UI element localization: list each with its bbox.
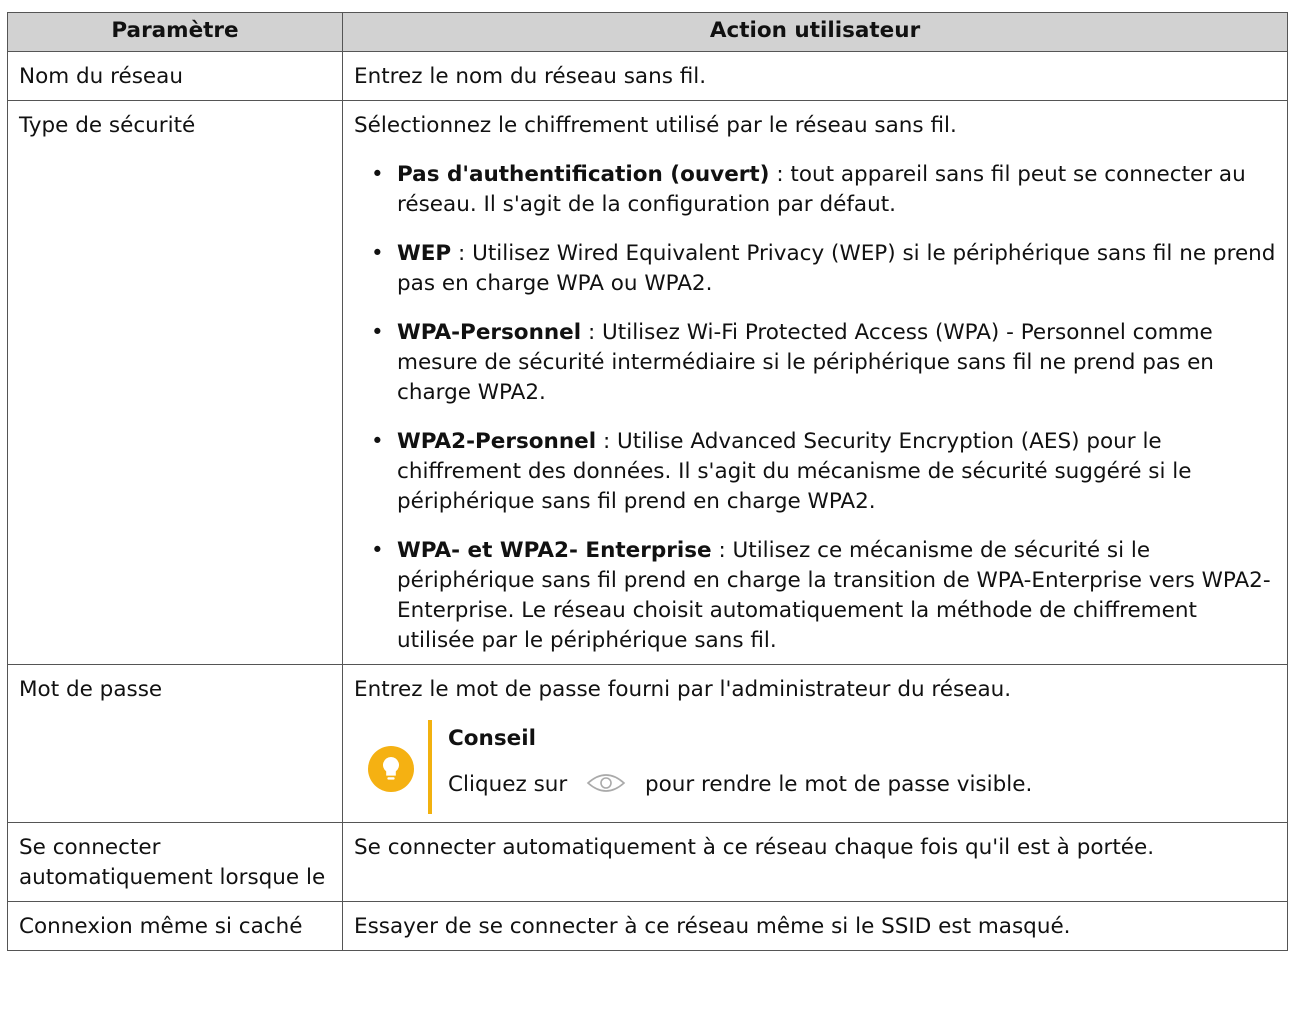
table-row: Connexion même si caché Essayer de se co… bbox=[7, 901, 1288, 951]
param-cell: Type de sécurité bbox=[7, 100, 343, 665]
param-cell: Nom du réseau bbox=[7, 51, 343, 101]
table-row: Nom du réseau Entrez le nom du réseau sa… bbox=[7, 51, 1288, 101]
action-cell: Se connecter automatiquement à ce réseau… bbox=[342, 822, 1288, 902]
column-header-user-action: Action utilisateur bbox=[342, 12, 1288, 52]
tip-title: Conseil bbox=[448, 726, 536, 751]
list-item: • WPA- et WPA2- Enterprise : Utilisez ce … bbox=[354, 536, 1276, 656]
bullet-icon: • bbox=[371, 320, 384, 345]
password-instruction: Entrez le mot de passe fourni par l'admi… bbox=[354, 677, 1012, 702]
eye-icon bbox=[586, 774, 626, 792]
list-item: • WPA-Personnel : Utilisez Wi-Fi Protecte… bbox=[354, 318, 1276, 408]
security-options-list: • Pas d'authentification (ouvert) : tout … bbox=[354, 160, 1276, 656]
action-cell: Entrez le nom du réseau sans fil. bbox=[342, 51, 1288, 101]
option-description: : Utilisez Wired Equivalent Privacy (WEP… bbox=[397, 241, 1276, 296]
table-header-row: Paramètre Action utilisateur bbox=[7, 12, 1288, 52]
list-item: • WEP : Utilisez Wired Equivalent Privacy… bbox=[354, 239, 1276, 299]
tip-text-after: pour rendre le mot de passe visible. bbox=[644, 772, 1033, 797]
tip-text: Cliquez sur pour rendre le mot de passe … bbox=[448, 770, 1032, 800]
tip-callout: Conseil Cliquez sur pour rendre le mot d… bbox=[354, 720, 1276, 814]
action-cell: Sélectionnez le chiffrement utilisé par … bbox=[342, 100, 1288, 665]
parameter-table: Paramètre Action utilisateur Nom du rése… bbox=[7, 12, 1288, 951]
option-term: Pas d'authentification (ouvert) bbox=[397, 162, 770, 187]
table-row: Type de sécurité Sélectionnez le chiffre… bbox=[7, 100, 1288, 665]
option-term: WEP bbox=[397, 241, 452, 266]
security-type-intro: Sélectionnez le chiffrement utilisé par … bbox=[354, 113, 957, 138]
action-cell: Essayer de se connecter à ce réseau même… bbox=[342, 901, 1288, 951]
list-item: • WPA2-Personnel : Utilise Advanced Secur… bbox=[354, 427, 1276, 517]
bullet-icon: • bbox=[371, 538, 384, 563]
column-header-parameter: Paramètre bbox=[7, 12, 343, 52]
tip-accent-bar bbox=[428, 720, 432, 814]
param-cell: Se connecter automatiquement lorsque le bbox=[7, 822, 343, 902]
list-item: • Pas d'authentification (ouvert) : tout … bbox=[354, 160, 1276, 220]
bullet-icon: • bbox=[371, 162, 384, 187]
bullet-icon: • bbox=[371, 241, 384, 266]
param-cell: Mot de passe bbox=[7, 664, 343, 823]
option-term: WPA2-Personnel bbox=[397, 429, 597, 454]
bullet-icon: • bbox=[371, 429, 384, 454]
tip-text-before: Cliquez sur bbox=[448, 772, 568, 797]
action-cell: Entrez le mot de passe fourni par l'admi… bbox=[342, 664, 1288, 823]
table-row: Mot de passe Entrez le mot de passe four… bbox=[7, 664, 1288, 823]
option-term: WPA- et WPA2- Enterprise bbox=[397, 538, 712, 563]
param-cell: Connexion même si caché bbox=[7, 901, 343, 951]
lightbulb-icon bbox=[368, 746, 414, 792]
document-page: Paramètre Action utilisateur Nom du rése… bbox=[0, 0, 1291, 1028]
option-term: WPA-Personnel bbox=[397, 320, 582, 345]
table-row: Se connecter automatiquement lorsque le … bbox=[7, 822, 1288, 902]
